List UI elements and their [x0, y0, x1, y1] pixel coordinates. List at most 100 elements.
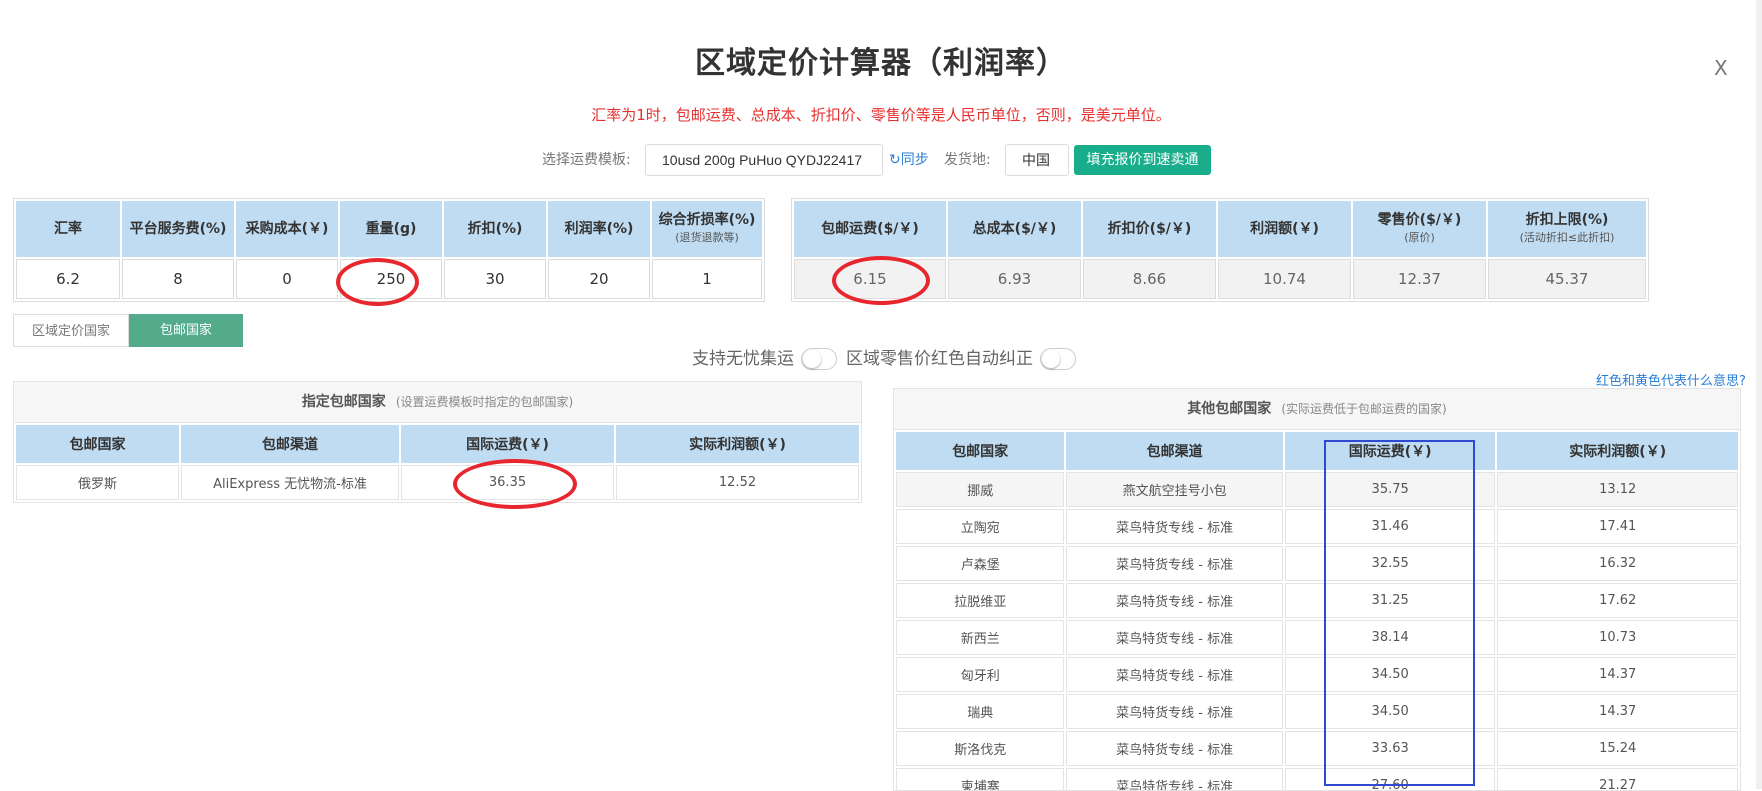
worry-free-switch-group: 支持无忧集运 [692, 346, 838, 372]
origin-label: 发货地: [944, 152, 991, 168]
col-channel: 包邮渠道 [181, 425, 399, 463]
others-table: 包邮国家 包邮渠道 国际运费(￥) 实际利润额(￥) 挪威 燕文航空挂号小包 3… [894, 430, 1740, 790]
freight-cell: 34.50 [1284, 657, 1496, 692]
freight-cell: 33.63 [1284, 731, 1496, 766]
origin-field[interactable]: 中国 [1005, 144, 1069, 176]
channel-cell: 菜鸟特货专线 - 标准 [1066, 620, 1283, 655]
profit-cell: 21.27 [1497, 768, 1738, 790]
col-channel: 包邮渠道 [1066, 432, 1283, 470]
fill-price-button[interactable]: 填充报价到速卖通 [1074, 145, 1211, 175]
retail-sub: (原价) [1404, 231, 1435, 244]
header-discount-limit: 折扣上限(%) (活动折扣≤此折扣) [1488, 201, 1646, 257]
result-header-row: 包邮运费($/￥) 总成本($/￥) 折扣价($/￥) 利润额(￥) 零售价($… [794, 201, 1646, 257]
header-retail: 零售价($/￥) (原价) [1353, 201, 1486, 257]
table-row: 斯洛伐克 菜鸟特货专线 - 标准 33.63 15.24 [896, 731, 1738, 766]
input-header-row: 汇率 平台服务费(%) 采购成本(￥) 重量(g) 折扣(%) 利润率(%) 综… [16, 201, 762, 257]
retail-label: 零售价($/￥) [1377, 212, 1462, 228]
tab-free-shipping[interactable]: 包邮国家 [129, 314, 243, 347]
service-fee-input[interactable]: 8 [122, 259, 234, 299]
template-select[interactable]: 10usd 200g PuHuo QYDJ22417 [645, 144, 883, 176]
col-freight: 国际运费(￥) [1284, 432, 1496, 470]
table-row: 柬埔寨 菜鸟特货专线 - 标准 27.60 21.27 [896, 768, 1738, 790]
channel-cell: 菜鸟特货专线 - 标准 [1066, 731, 1283, 766]
input-params-table: 汇率 平台服务费(%) 采购成本(￥) 重量(g) 折扣(%) 利润率(%) 综… [13, 198, 765, 302]
col-freight: 国际运费(￥) [401, 425, 614, 463]
discount-price-value: 8.66 [1083, 259, 1216, 299]
sync-link[interactable]: ↻同步 [889, 144, 929, 176]
header-weight: 重量(g) [340, 201, 442, 257]
freight-cell: 36.35 [401, 465, 614, 500]
toggle-knob [1042, 350, 1061, 368]
discount-limit-sub: (活动折扣≤此折扣) [1519, 231, 1615, 244]
profit-rate-input[interactable]: 20 [548, 259, 650, 299]
designated-table: 包邮国家 包邮渠道 国际运费(￥) 实际利润额(￥) 俄罗斯 AliExpres… [14, 423, 861, 502]
worry-free-toggle[interactable] [801, 348, 838, 370]
header-profit-rate: 利润率(%) [548, 201, 650, 257]
table-row: 匈牙利 菜鸟特货专线 - 标准 34.50 14.37 [896, 657, 1738, 692]
profit-cell: 15.24 [1497, 731, 1738, 766]
rate-input[interactable]: 6.2 [16, 259, 120, 299]
country-cell: 拉脱维亚 [896, 583, 1065, 618]
profit-cell: 14.37 [1497, 694, 1738, 729]
profit-cell: 14.37 [1497, 657, 1738, 692]
table-row: 挪威 燕文航空挂号小包 35.75 13.12 [896, 472, 1738, 507]
tab-regional[interactable]: 区域定价国家 [13, 314, 129, 347]
worry-free-label: 支持无忧集运 [692, 349, 794, 369]
page-scrollbar[interactable] [1756, 0, 1762, 789]
profit-cell: 10.73 [1497, 620, 1738, 655]
channel-cell: 菜鸟特货专线 - 标准 [1066, 546, 1283, 581]
retail-value: 12.37 [1353, 259, 1486, 299]
auto-correct-toggle[interactable] [1040, 348, 1077, 370]
profit-cell: 12.52 [616, 465, 859, 500]
shipping-value: 6.15 [794, 259, 946, 299]
purchase-cost-input[interactable]: 0 [236, 259, 338, 299]
table-row: 新西兰 菜鸟特货专线 - 标准 38.14 10.73 [896, 620, 1738, 655]
loss-rate-sub: (退货退款等) [675, 231, 739, 244]
freight-cell: 32.55 [1284, 546, 1496, 581]
designated-panel-header: 指定包邮国家 (设置运费模板时指定的包邮国家) [14, 382, 861, 423]
freight-cell: 38.14 [1284, 620, 1496, 655]
loss-rate-input[interactable]: 1 [652, 259, 762, 299]
country-cell: 立陶宛 [896, 509, 1065, 544]
freight-cell: 31.46 [1284, 509, 1496, 544]
country-cell: 卢森堡 [896, 546, 1065, 581]
page-title: 区域定价计算器（利润率） [695, 46, 1067, 81]
weight-input[interactable]: 250 [340, 259, 442, 299]
profit-cell: 17.41 [1497, 509, 1738, 544]
profit-cell: 17.62 [1497, 583, 1738, 618]
channel-cell: 菜鸟特货专线 - 标准 [1066, 694, 1283, 729]
header-profit-amount: 利润额(￥) [1218, 201, 1351, 257]
result-value-row: 6.15 6.93 8.66 10.74 12.37 45.37 [794, 259, 1646, 299]
template-label: 选择运费模板: [542, 152, 631, 168]
discount-limit-value: 45.37 [1488, 259, 1646, 299]
designated-panel: 指定包邮国家 (设置运费模板时指定的包邮国家) 包邮国家 包邮渠道 国际运费(￥)… [13, 381, 862, 503]
discount-input[interactable]: 30 [444, 259, 546, 299]
header-service-fee: 平台服务费(%) [122, 201, 234, 257]
others-panel-header: 其他包邮国家 (实际运费低于包邮运费的国家) [894, 389, 1740, 430]
country-cell: 匈牙利 [896, 657, 1065, 692]
close-icon[interactable]: X [1714, 56, 1728, 80]
loss-rate-label: 综合折损率(%) [658, 212, 756, 228]
help-link[interactable]: 红色和黄色代表什么意思? [1596, 370, 1746, 389]
others-note: (实际运费低于包邮运费的国家) [1281, 402, 1447, 416]
freight-cell: 35.75 [1284, 472, 1496, 507]
country-cell: 俄罗斯 [16, 465, 179, 500]
header-discount: 折扣(%) [444, 201, 546, 257]
profit-amount-value: 10.74 [1218, 259, 1351, 299]
designated-header-row: 包邮国家 包邮渠道 国际运费(￥) 实际利润额(￥) [16, 425, 859, 463]
channel-cell: 燕文航空挂号小包 [1066, 472, 1283, 507]
freight-cell: 27.60 [1284, 768, 1496, 790]
channel-cell: 菜鸟特货专线 - 标准 [1066, 657, 1283, 692]
freight-cell: 34.50 [1284, 694, 1496, 729]
country-cell: 瑞典 [896, 694, 1065, 729]
profit-cell: 16.32 [1497, 546, 1738, 581]
freight-cell: 31.25 [1284, 583, 1496, 618]
others-panel: 其他包邮国家 (实际运费低于包邮运费的国家) 包邮国家 包邮渠道 国际运费(￥) … [893, 388, 1741, 791]
header-purchase-cost: 采购成本(￥) [236, 201, 338, 257]
table-row: 立陶宛 菜鸟特货专线 - 标准 31.46 17.41 [896, 509, 1738, 544]
template-row: 选择运费模板: 10usd 200g PuHuo QYDJ22417 ↻同步 发… [0, 144, 1762, 176]
table-row: 拉脱维亚 菜鸟特货专线 - 标准 31.25 17.62 [896, 583, 1738, 618]
country-cell: 斯洛伐克 [896, 731, 1065, 766]
header-discount-price: 折扣价($/￥) [1083, 201, 1216, 257]
channel-cell: AliExpress 无忧物流-标准 [181, 465, 399, 500]
